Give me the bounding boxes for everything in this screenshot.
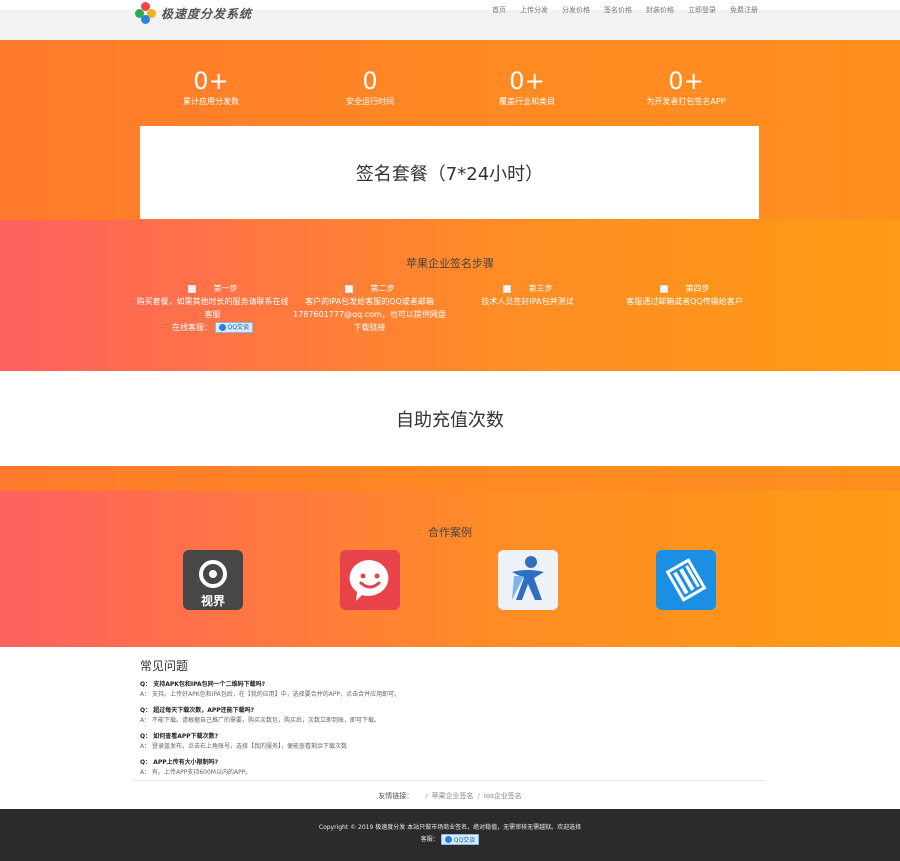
stat-number: 0+ xyxy=(509,67,545,95)
cases-section: 合作案例 视界 xyxy=(0,491,900,647)
logo-icon xyxy=(135,2,157,24)
step-heading: 第三步 xyxy=(528,284,553,293)
main-nav: 首页 上传分发 分发价格 签名价格 封装价格 立即登录 免费注册 xyxy=(492,5,758,15)
stat-label: 为开发者打包签名APP xyxy=(646,97,726,106)
faq-answer: A： 有。上传APP支持600M以内的APP。 xyxy=(140,769,252,776)
friend-links: 友情链接： / 苹果企业签名 / ios企业签名 xyxy=(0,791,900,801)
broken-image-icon xyxy=(187,284,196,293)
footer-qq-chat-button[interactable]: QQ交谈 xyxy=(440,834,480,845)
stat-label: 覆盖行业和类目 xyxy=(499,97,555,106)
nav-home[interactable]: 首页 xyxy=(492,5,506,15)
footer-service-row: 客服： QQ交谈 xyxy=(0,834,900,845)
step-3: 第三步 技术人员签好IPA包并测试 xyxy=(450,282,605,308)
qq-chat-label: QQ交谈 xyxy=(227,324,249,331)
qq-chat-button[interactable]: QQ交谈 xyxy=(214,322,253,333)
broken-image-icon xyxy=(502,284,511,293)
stat-label: 安全运行时间 xyxy=(346,97,394,106)
footer-service-label: 客服： xyxy=(420,836,439,843)
stat-industries: 0+ 覆盖行业和类目 xyxy=(437,66,617,107)
recharge-section: 自助充值次数 xyxy=(0,371,900,466)
online-service-row: 在线客服： QQ交谈 xyxy=(135,321,290,334)
faq-answer: A： 支持。上传好APK包和IPA包后，在【我的应用】中，选择要合并的APP，点… xyxy=(140,691,401,698)
orange-divider xyxy=(0,466,900,491)
faq-question: Q： 支持APK包和IPA包同一个二维码下载吗? xyxy=(140,681,266,688)
case-app-name: 视界 xyxy=(201,593,225,608)
sign-steps-section: 苹果企业签名步骤 第一步 购买套餐，如需其他时长的服务请联系在线客服 在线客服：… xyxy=(0,220,900,371)
step-2: 第二步 客户的IPA包发给客服的QQ或者邮箱1787601777@qq.com，… xyxy=(292,282,447,334)
faq-item: Q： 如何查看APP下载次数? A： 登录蓝发布，点击右上角账号，选择【我的服务… xyxy=(140,732,760,752)
qq-chat-label: QQ交谈 xyxy=(453,837,476,844)
stat-number: 0+ xyxy=(668,67,704,95)
faq-answer: A： 不能下载。请根据自己推广的需要，购买次数包，购买后，次数立即到账，即可下载… xyxy=(140,717,381,724)
nav-upload[interactable]: 上传分发 xyxy=(520,5,548,15)
link-separator: / xyxy=(477,792,480,800)
faq-question: Q： 超过每天下载次数，APP还能下载吗? xyxy=(140,707,255,714)
faq-item: Q： APP上传有大小限制吗? A： 有。上传APP支持600M以内的APP。 xyxy=(140,758,760,778)
stat-uptime: 0 安全运行时间 xyxy=(280,66,460,107)
sign-package-panel: 签名套餐（7*24小时） xyxy=(140,126,759,219)
stat-signed-apps: 0+ 为开发者打包签名APP xyxy=(596,66,776,107)
faq-answer: A： 登录蓝发布，点击右上角账号，选择【我的服务】，便能查看剩余下载次数 xyxy=(140,743,348,750)
shijie-app-icon[interactable]: 视界 xyxy=(183,550,243,610)
step-text: 客服通过邮箱或者QQ传输给客户 xyxy=(626,297,743,306)
qq-icon xyxy=(218,324,226,331)
step-text: 客户的IPA包发给客服的QQ或者邮箱1787601777@qq.com，也可以提… xyxy=(293,297,446,332)
steps-title: 苹果企业签名步骤 xyxy=(406,257,494,270)
step-4: 第四步 客服通过邮箱或者QQ传输给客户 xyxy=(607,282,762,308)
broken-image-icon xyxy=(344,284,353,293)
broken-image-icon xyxy=(659,284,668,293)
step-1: 第一步 购买套餐，如需其他时长的服务请联系在线客服 在线客服： QQ交谈 xyxy=(135,282,290,334)
faq-item: Q： 超过每天下载次数，APP还能下载吗? A： 不能下载。请根据自己推广的需要… xyxy=(140,706,760,726)
step-heading: 第四步 xyxy=(685,284,710,293)
top-header: 极速度分发系统 首页 上传分发 分发价格 签名价格 封装价格 立即登录 免费注册 xyxy=(0,0,900,40)
stat-number: 0+ xyxy=(193,67,229,95)
link-separator: / xyxy=(425,792,428,800)
step-heading: 第二步 xyxy=(370,284,395,293)
logo-text: 极速度分发系统 xyxy=(161,6,253,21)
online-service-label: 在线客服： xyxy=(172,323,212,332)
stat-apps: 0+ 累计应用分发数 xyxy=(121,66,301,107)
faq-section: 常见问题 Q： 支持APK包和IPA包同一个二维码下载吗? A： 支持。上传好A… xyxy=(140,657,760,778)
nav-login[interactable]: 立即登录 xyxy=(688,5,716,15)
faq-question: Q： APP上传有大小限制吗? xyxy=(140,759,219,766)
faq-item: Q： 支持APK包和IPA包同一个二维码下载吗? A： 支持。上传好APK包和I… xyxy=(140,680,760,700)
links-divider xyxy=(133,780,765,781)
smile-app-icon[interactable] xyxy=(340,550,400,610)
runner-app-icon[interactable] xyxy=(498,550,558,610)
copyright-text: Copyright © 2019 极速度分发 本站只做市场商业签名，绝对稳值，无… xyxy=(318,824,582,831)
stat-number: 0 xyxy=(362,67,378,95)
friend-link-2[interactable]: ios企业签名 xyxy=(484,792,522,800)
sign-package-title: 签名套餐（7*24小时） xyxy=(355,163,544,185)
faq-question: Q： 如何查看APP下载次数? xyxy=(140,733,219,740)
site-footer: Copyright © 2019 极速度分发 本站只做市场商业签名，绝对稳值，无… xyxy=(0,809,900,861)
qq-icon xyxy=(444,836,452,843)
recharge-title: 自助充值次数 xyxy=(396,409,504,431)
nav-package-price[interactable]: 封装价格 xyxy=(646,5,674,15)
site-logo[interactable]: 极速度分发系统 xyxy=(135,2,252,24)
nav-distribute-price[interactable]: 分发价格 xyxy=(562,5,590,15)
nav-sign-price[interactable]: 签名价格 xyxy=(604,5,632,15)
friend-links-label: 友情链接： xyxy=(378,792,414,800)
step-text: 购买套餐，如需其他时长的服务请联系在线客服 xyxy=(136,297,289,319)
cases-title: 合作案例 xyxy=(428,526,472,539)
step-heading: 第一步 xyxy=(213,284,238,293)
stat-label: 累计应用分发数 xyxy=(183,97,239,106)
faq-title: 常见问题 xyxy=(140,659,189,673)
book-app-icon[interactable] xyxy=(656,550,716,610)
step-text: 技术人员签好IPA包并测试 xyxy=(481,297,574,306)
nav-register[interactable]: 免费注册 xyxy=(730,5,758,15)
friend-link-1[interactable]: 苹果企业签名 xyxy=(432,792,474,800)
